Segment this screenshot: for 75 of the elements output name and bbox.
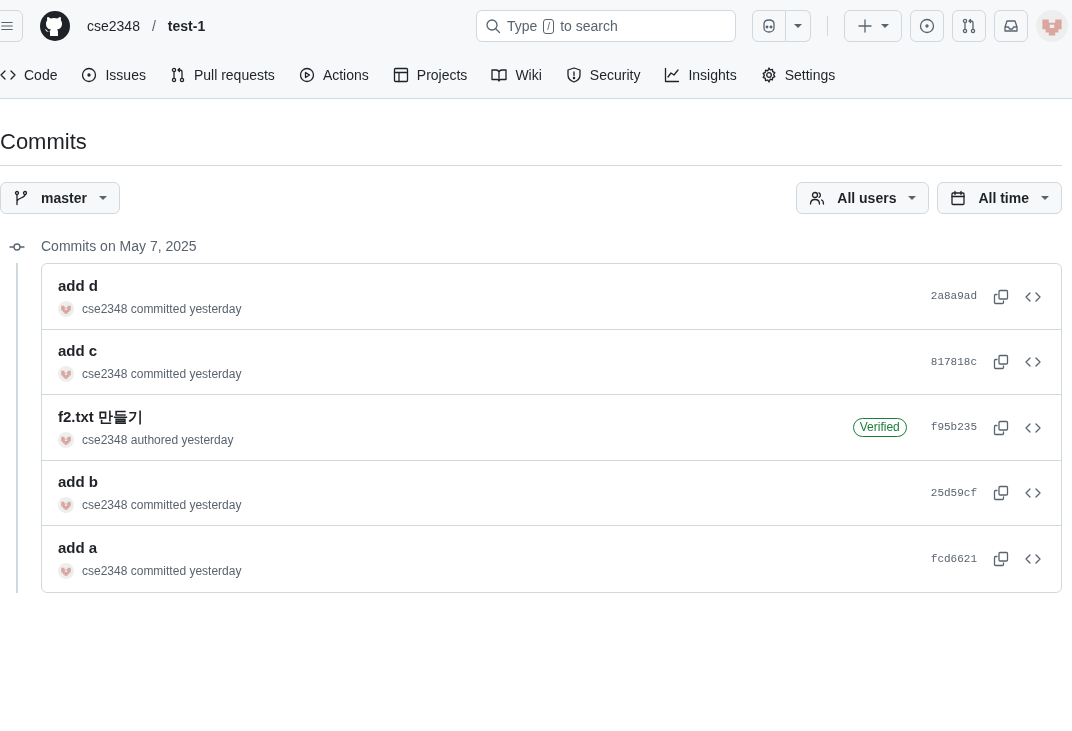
commit-sha[interactable]: fcd6621 [930,550,977,568]
pull-request-icon [961,18,977,34]
commit-title[interactable]: add a [58,538,931,559]
owner-link[interactable]: cse2348 [87,15,140,37]
repo-tab[interactable]: Projects [384,60,476,90]
copilot-icon [761,18,777,34]
repo-tab[interactable]: Insights [656,60,745,90]
menu-button[interactable] [0,10,23,42]
search-hint: Type [507,16,538,36]
avatar-icon [58,497,74,514]
repo-link[interactable]: test-1 [167,15,206,37]
shield-icon [565,67,582,83]
copy-icon [993,354,1009,371]
play-icon [298,67,315,83]
avatar-icon [58,431,74,448]
logo-icon[interactable] [39,10,71,42]
commit-sha[interactable]: f95b235 [930,419,977,436]
caret-icon [908,196,917,201]
caret-icon [881,24,889,28]
avatar-icon [58,300,74,317]
people-icon [809,190,826,207]
commit-byline: cse2348 authored yesterday [82,431,234,449]
commit-byline: cse2348 committed yesterday [82,366,242,384]
pull-requests-button[interactable] [952,10,986,42]
users-filter[interactable]: All users [796,182,930,215]
settings-icon [760,67,777,83]
commit-byline: cse2348 committed yesterday [82,300,242,318]
copy-icon [993,288,1009,305]
repo-tab[interactable]: Code [0,60,66,90]
inbox-icon [1003,18,1019,34]
table-icon [392,67,409,83]
commit-sha[interactable]: 25d59cf [930,484,977,502]
copilot-button[interactable] [752,10,786,42]
avatar-icon [58,366,74,383]
time-filter[interactable]: All time [937,182,1062,215]
caret-icon [1041,196,1049,201]
inbox-button[interactable] [994,10,1028,42]
repo-tab[interactable]: Pull requests [161,60,283,90]
commit-byline: cse2348 committed yesterday [82,563,242,581]
caret-icon [794,24,802,28]
shortcut-key: / [543,18,555,34]
page-title: Commits [0,99,1062,167]
copy-icon [993,485,1009,502]
commit-title[interactable]: add b [58,472,931,493]
commit-title[interactable]: add d [58,275,931,296]
repo-tab[interactable]: Issues [73,60,154,90]
pull-request-icon [169,67,186,83]
search-icon [485,18,501,34]
create-button[interactable] [844,10,902,42]
commit-title[interactable]: add c [58,341,931,362]
plus-icon [857,18,873,34]
branch-icon [13,190,29,207]
caret-icon [98,196,107,201]
circle-dot-icon [919,18,935,34]
breadcrumb-separator: / [151,16,156,36]
avatar-icon [58,563,74,580]
commit-title[interactable]: f2.txt 만들기 [58,406,853,427]
repo-tab[interactable]: Security [557,60,649,90]
branch-selector[interactable]: master [0,182,120,215]
search-field[interactable]: Type / to search [476,10,736,42]
commit-byline: cse2348 committed yesterday [82,497,242,515]
search-hint: to search [560,16,618,36]
group-heading: Commits on May 7, 2025 [41,237,197,257]
copy-icon [993,551,1009,568]
commit-sha[interactable]: 2a8a9ad [930,288,977,305]
repo-tab[interactable]: Wiki [483,60,550,90]
issues-button[interactable] [910,10,944,42]
repo-tab[interactable]: Actions [290,60,377,90]
circle-dot-icon [81,67,98,83]
copy-icon [993,419,1009,436]
graph-icon [664,67,681,83]
repo-tab[interactable]: Settings [752,60,844,90]
commit-sha[interactable]: 817818c [930,353,977,371]
book-icon [491,67,508,83]
calendar-icon [950,190,967,207]
